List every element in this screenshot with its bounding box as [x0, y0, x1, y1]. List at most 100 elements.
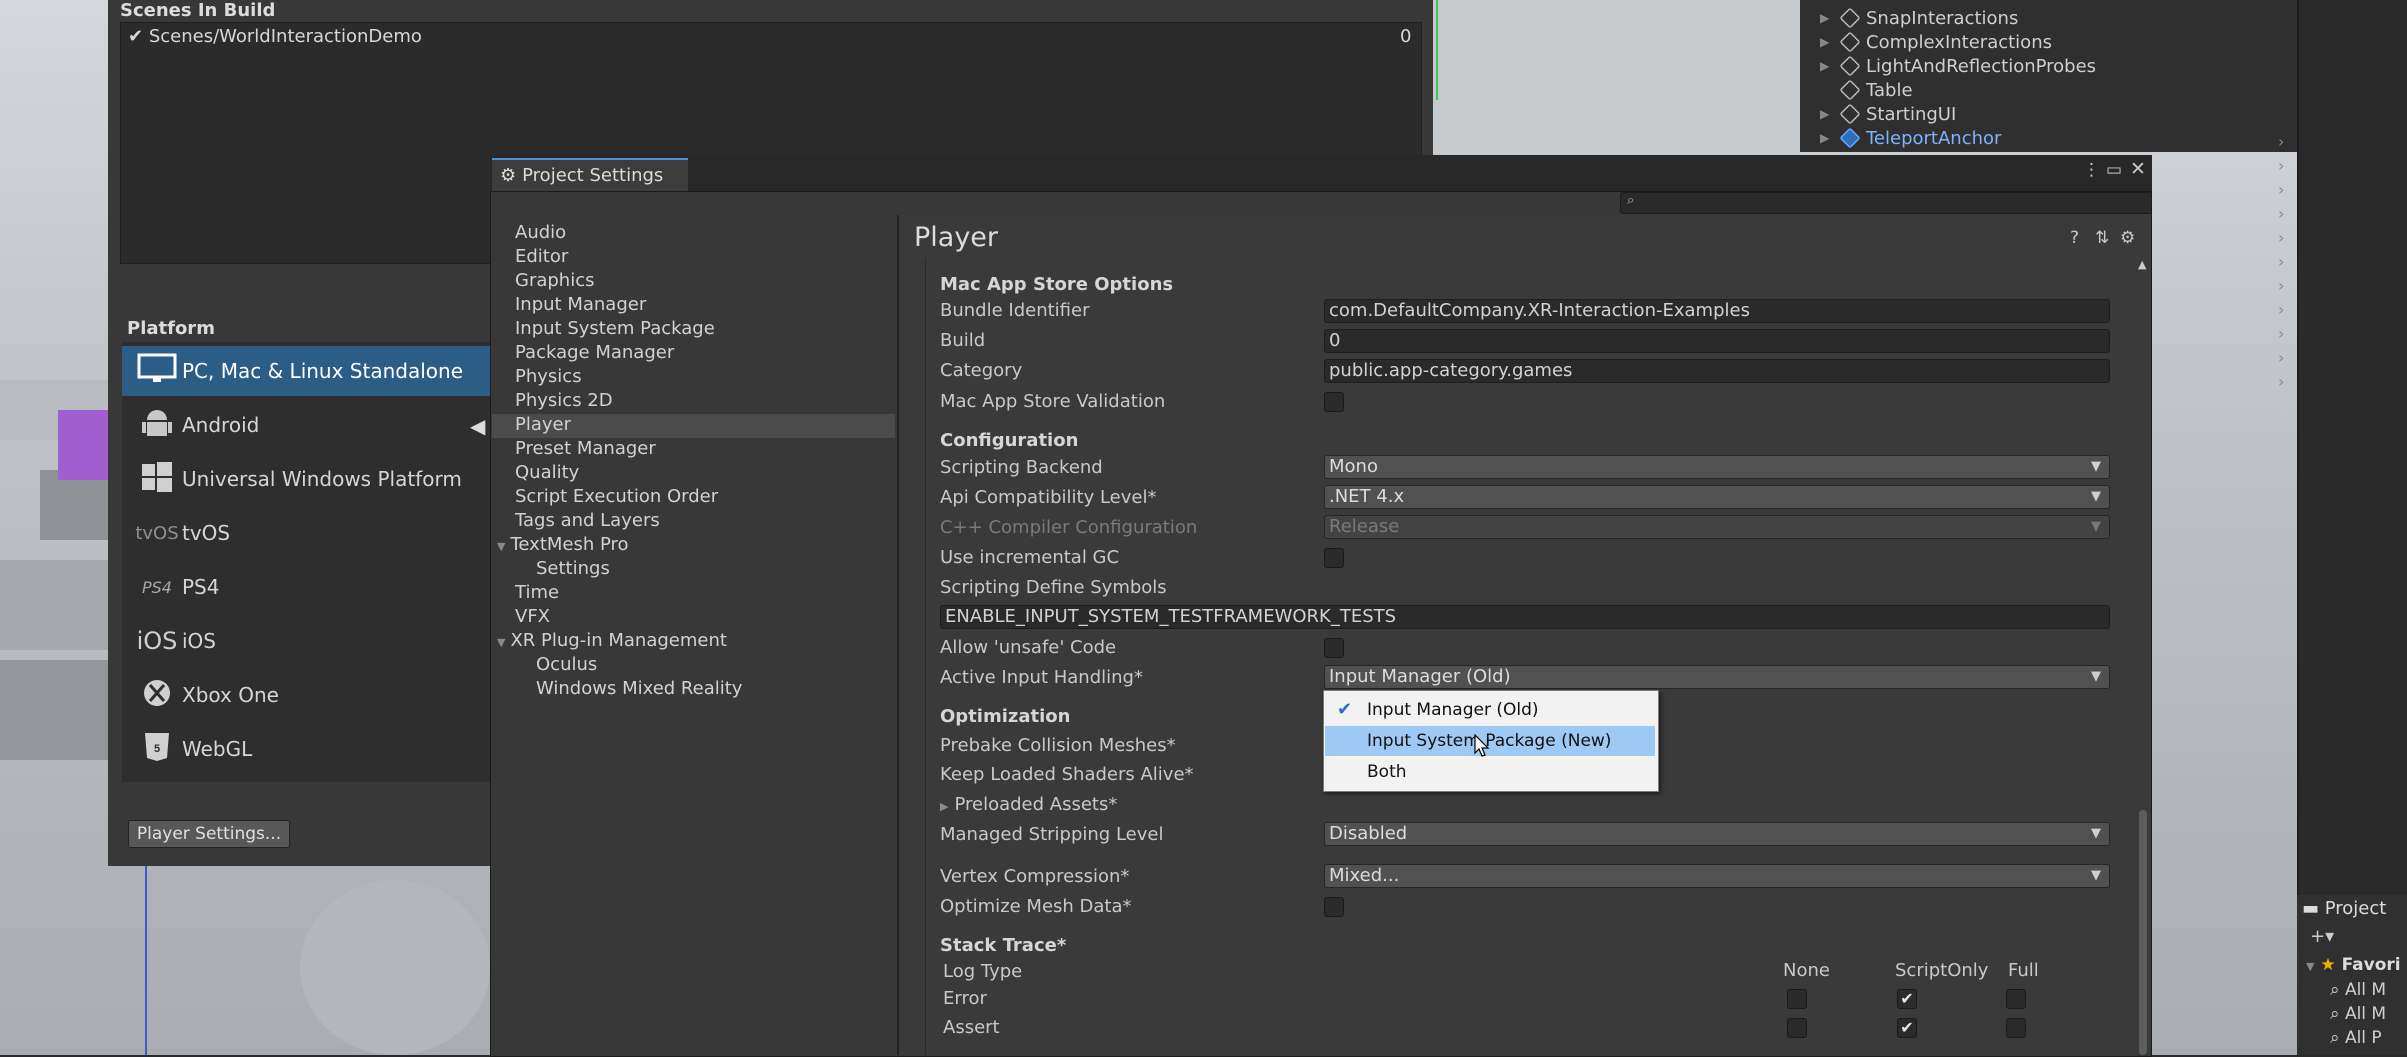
expand-icon[interactable]: ▶	[1820, 59, 1834, 73]
expand-icon[interactable]: ▶	[1820, 11, 1834, 25]
error-none-checkbox[interactable]	[1787, 989, 1807, 1009]
presets-icon[interactable]: ⇅	[2095, 228, 2109, 248]
scripting-backend-dropdown[interactable]: Mono ▼	[1324, 455, 2110, 479]
nav-textmesh-settings[interactable]: Settings	[536, 558, 610, 582]
chevron-right-icon[interactable]: ›	[2278, 324, 2284, 343]
nav-script-execution-order[interactable]: Script Execution Order	[515, 486, 718, 510]
nav-preset-manager[interactable]: Preset Manager	[515, 438, 656, 462]
help-icon[interactable]: ?	[2070, 228, 2079, 248]
managed-stripping-dropdown[interactable]: Disabled ▼	[1324, 822, 2110, 846]
gear-icon[interactable]: ⚙	[2120, 228, 2135, 248]
hierarchy-item[interactable]: ▶ ComplexInteractions	[1820, 30, 2052, 54]
expand-icon[interactable]: ▶	[1820, 131, 1834, 145]
platform-uwp[interactable]: Universal Windows Platform	[122, 454, 492, 504]
scene-sky	[1433, 0, 1800, 155]
build-input[interactable]: 0	[1324, 329, 2110, 353]
favorite-item[interactable]: ⌕ All M	[2330, 980, 2386, 1000]
nav-graphics[interactable]: Graphics	[515, 270, 595, 294]
option-input-system-package-new[interactable]: Input System Package (New)	[1325, 726, 1655, 756]
bundle-identifier-input[interactable]: com.DefaultCompany.XR-Interaction-Exampl…	[1324, 299, 2110, 323]
api-compatibility-dropdown[interactable]: .NET 4.x ▼	[1324, 485, 2110, 509]
vertex-compression-dropdown[interactable]: Mixed... ▼	[1324, 864, 2110, 888]
window-titlebar[interactable]	[490, 155, 2152, 192]
nav-package-manager[interactable]: Package Manager	[515, 342, 674, 366]
favorite-item[interactable]: ⌕ All M	[2330, 1004, 2386, 1024]
expand-icon[interactable]: ▶	[940, 800, 948, 813]
platform-xbox-one[interactable]: Xbox One	[122, 670, 492, 720]
search-input[interactable]: ⌕	[1620, 192, 2152, 214]
more-options-icon[interactable]: ⋮	[2083, 160, 2100, 180]
expand-icon[interactable]: ▼	[2306, 960, 2314, 973]
hierarchy-item[interactable]: ▶ SnapInteractions	[1820, 6, 2018, 30]
tab-project[interactable]: ▬ Project	[2302, 898, 2386, 919]
assert-none-checkbox[interactable]	[1787, 1018, 1807, 1038]
nav-xr-plugin-management[interactable]: ▼ XR Plug-in Management	[497, 630, 727, 654]
chevron-right-icon[interactable]: ›	[2278, 204, 2284, 223]
scroll-up-icon[interactable]: ▲	[2138, 258, 2146, 271]
chevron-right-icon[interactable]: ›	[2278, 252, 2284, 271]
nav-audio[interactable]: Audio	[515, 222, 566, 246]
option-input-manager-old[interactable]: ✔ Input Manager (Old)	[1325, 695, 1655, 725]
nav-input-system-package[interactable]: Input System Package	[515, 318, 715, 342]
chevron-right-icon[interactable]: ›	[2278, 276, 2284, 295]
nav-player[interactable]: Player	[492, 414, 895, 438]
chevron-right-icon[interactable]: ›	[2278, 348, 2284, 367]
nav-editor[interactable]: Editor	[515, 246, 568, 270]
scripting-define-symbols-input[interactable]: ENABLE_INPUT_SYSTEM_TESTFRAMEWORK_TESTS	[940, 605, 2110, 629]
platform-webgl[interactable]: 5 WebGL	[122, 724, 492, 774]
platform-tvos[interactable]: tvOS tvOS	[122, 508, 492, 558]
active-input-handling-dropdown[interactable]: Input Manager (Old) ▼	[1324, 665, 2110, 689]
nav-input-manager[interactable]: Input Manager	[515, 294, 646, 318]
close-icon[interactable]: ✕	[2130, 158, 2146, 180]
nav-oculus[interactable]: Oculus	[536, 654, 597, 678]
hierarchy-item[interactable]: ▶ StartingUI	[1820, 102, 1956, 126]
platform-ps4[interactable]: PS4 PS4	[122, 562, 492, 612]
nav-tags-and-layers[interactable]: Tags and Layers	[515, 510, 660, 534]
nav-windows-mixed-reality[interactable]: Windows Mixed Reality	[536, 678, 742, 702]
nav-textmesh-pro[interactable]: ▼ TextMesh Pro	[497, 534, 629, 558]
chevron-right-icon[interactable]: ›	[2278, 180, 2284, 199]
star-icon: ★	[2320, 955, 2336, 975]
player-settings-button[interactable]: Player Settings...	[128, 820, 290, 848]
nav-time[interactable]: Time	[515, 582, 559, 606]
expand-icon[interactable]: ▼	[497, 540, 505, 553]
platform-ios[interactable]: iOS iOS	[122, 616, 492, 666]
incremental-gc-checkbox[interactable]	[1324, 548, 1344, 568]
platform-android[interactable]: Android	[122, 400, 492, 450]
add-icon[interactable]: +▾	[2310, 926, 2334, 947]
nav-quality[interactable]: Quality	[515, 462, 579, 486]
chevron-right-icon[interactable]: ›	[2278, 132, 2284, 151]
expand-icon[interactable]: ▶	[1820, 107, 1834, 121]
nav-vfx[interactable]: VFX	[515, 606, 550, 630]
assert-full-checkbox[interactable]	[2006, 1018, 2026, 1038]
scrollbar-thumb[interactable]	[2139, 810, 2147, 1055]
nav-physics-2d[interactable]: Physics 2D	[515, 390, 613, 414]
favorites-header[interactable]: ▼ ★ Favori	[2306, 955, 2401, 975]
scene-entry[interactable]: ✔ Scenes/WorldInteractionDemo	[128, 26, 422, 47]
optimize-mesh-data-checkbox[interactable]	[1324, 897, 1344, 917]
hierarchy-item[interactable]: Table	[1820, 78, 1913, 102]
axis-line	[1436, 0, 1438, 100]
assert-scriptonly-checkbox[interactable]: ✔	[1897, 1018, 1917, 1038]
checkmark-icon[interactable]: ✔	[128, 26, 143, 47]
platform-standalone[interactable]: PC, Mac & Linux Standalone	[122, 346, 492, 396]
error-full-checkbox[interactable]	[2006, 989, 2026, 1009]
tab-project-settings[interactable]: ⚙ Project Settings	[492, 158, 688, 191]
expand-icon[interactable]: ▶	[1820, 35, 1834, 49]
maximize-icon[interactable]: ▭	[2106, 160, 2122, 180]
chevron-right-icon[interactable]: ›	[2278, 300, 2284, 319]
hierarchy-item[interactable]: ▶ LightAndReflectionProbes	[1820, 54, 2096, 78]
nav-physics[interactable]: Physics	[515, 366, 582, 390]
preloaded-assets-foldout[interactable]: ▶ Preloaded Assets*	[940, 794, 1117, 815]
allow-unsafe-code-checkbox[interactable]	[1324, 638, 1344, 658]
chevron-right-icon[interactable]: ›	[2278, 372, 2284, 391]
error-scriptonly-checkbox[interactable]: ✔	[1897, 989, 1917, 1009]
category-input[interactable]: public.app-category.games	[1324, 359, 2110, 383]
chevron-right-icon[interactable]: ›	[2278, 228, 2284, 247]
option-both[interactable]: Both	[1325, 757, 1655, 787]
mac-app-store-validation-checkbox[interactable]	[1324, 392, 1344, 412]
favorite-item[interactable]: ⌕ All P	[2330, 1028, 2382, 1048]
hierarchy-item-selected[interactable]: ▶ TeleportAnchor	[1820, 126, 2001, 150]
expand-icon[interactable]: ▼	[497, 636, 505, 649]
chevron-right-icon[interactable]: ›	[2278, 156, 2284, 175]
